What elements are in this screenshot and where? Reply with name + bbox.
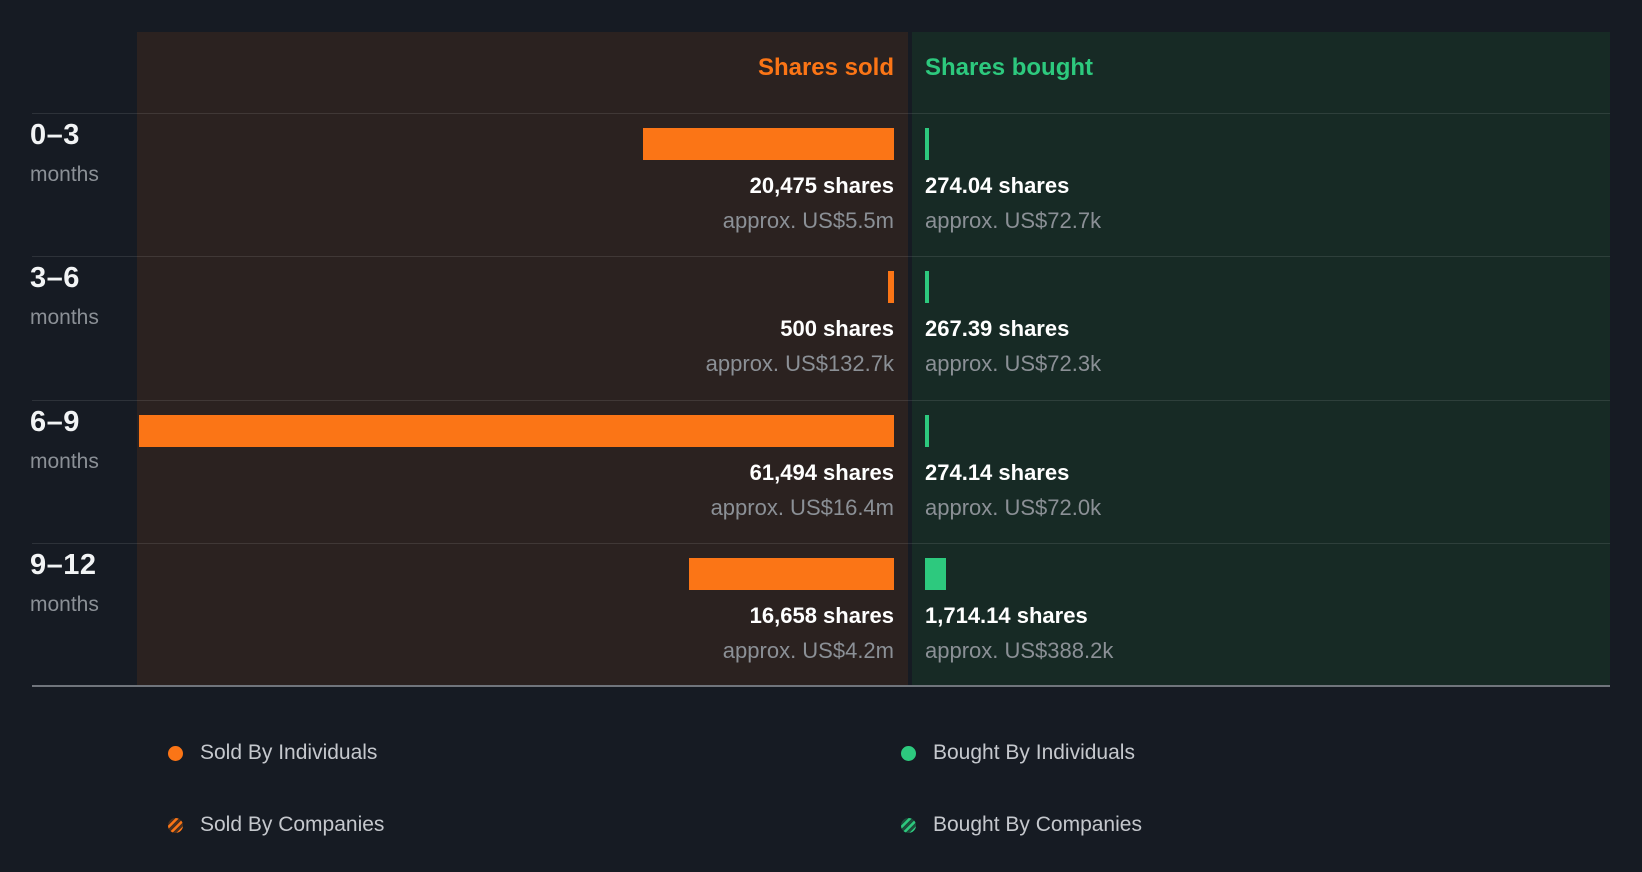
- sold-approx-value: approx. US$5.5m: [722, 208, 894, 233]
- period-row-0-3-months: 0–3 months 20,475 shares approx. US$5.5m…: [0, 113, 1642, 256]
- sold-approx-value: approx. US$4.2m: [722, 638, 894, 663]
- bought-companies-swatch-icon: [901, 817, 916, 833]
- period-label: 6–9 months: [30, 400, 135, 474]
- bought-cell: 274.14 shares approx. US$72.0k: [925, 400, 1585, 543]
- bought-shares-value: 1,714.14 shares: [925, 603, 1088, 628]
- shares-sold-header: Shares sold: [757, 54, 894, 81]
- sold-bar[interactable]: [888, 271, 894, 303]
- bought-cell: 267.39 shares approx. US$72.3k: [925, 256, 1585, 399]
- period-row-6-9-months: 6–9 months 61,494 shares approx. US$16.4…: [0, 400, 1642, 543]
- bought-approx-value: approx. US$72.3k: [925, 351, 1102, 376]
- period-unit: months: [30, 450, 99, 473]
- sold-approx-value: approx. US$132.7k: [705, 351, 894, 376]
- period-label: 9–12 months: [30, 543, 135, 617]
- period-unit: months: [30, 163, 99, 186]
- period-row-9-12-months: 9–12 months 16,658 shares approx. US$4.2…: [0, 543, 1642, 686]
- period-range: 9–12: [30, 549, 97, 581]
- shares-bought-header: Shares bought: [925, 54, 1094, 81]
- sold-shares-value: 16,658 shares: [749, 603, 894, 628]
- legend-label: Bought By Individuals: [933, 741, 1135, 764]
- legend-item-bought-by-individuals[interactable]: Bought By Individuals: [901, 740, 1135, 766]
- sold-shares-value: 20,475 shares: [749, 173, 894, 198]
- bought-approx-value: approx. US$388.2k: [925, 638, 1114, 663]
- sold-cell: 61,494 shares approx. US$16.4m: [137, 400, 894, 543]
- bought-cell: 274.04 shares approx. US$72.7k: [925, 113, 1585, 256]
- bought-approx-value: approx. US$72.7k: [925, 208, 1102, 233]
- bought-bar[interactable]: [925, 415, 929, 447]
- period-unit: months: [30, 306, 99, 329]
- sold-approx-value: approx. US$16.4m: [710, 495, 894, 520]
- bought-bar[interactable]: [925, 271, 929, 303]
- bought-shares-value: 274.14 shares: [925, 460, 1070, 485]
- sold-bar[interactable]: [139, 415, 894, 447]
- sold-bar[interactable]: [643, 128, 894, 160]
- legend-item-sold-by-individuals[interactable]: Sold By Individuals: [168, 740, 377, 766]
- sold-companies-swatch-icon: [168, 817, 183, 833]
- period-range: 6–9: [30, 406, 80, 438]
- period-row-3-6-months: 3–6 months 500 shares approx. US$132.7k …: [0, 256, 1642, 399]
- sold-shares-value: 500 shares: [780, 316, 894, 341]
- period-range: 0–3: [30, 119, 80, 151]
- bought-individuals-swatch-icon: [901, 745, 916, 761]
- sold-individuals-swatch-icon: [168, 745, 183, 761]
- bought-shares-value: 274.04 shares: [925, 173, 1070, 198]
- sold-cell: 20,475 shares approx. US$5.5m: [137, 113, 894, 256]
- legend-item-bought-by-companies[interactable]: Bought By Companies: [901, 812, 1142, 838]
- period-unit: months: [30, 593, 99, 616]
- bought-bar[interactable]: [925, 558, 946, 590]
- period-label: 0–3 months: [30, 113, 135, 187]
- sold-bar[interactable]: [689, 558, 894, 590]
- legend-label: Bought By Companies: [933, 813, 1142, 836]
- bought-approx-value: approx. US$72.0k: [925, 495, 1102, 520]
- insider-trading-volume-chart: Shares sold Shares bought 0–3 months 20,…: [0, 0, 1642, 872]
- legend-label: Sold By Companies: [200, 813, 385, 836]
- legend-item-sold-by-companies[interactable]: Sold By Companies: [168, 812, 384, 838]
- period-range: 3–6: [30, 262, 80, 294]
- bought-cell: 1,714.14 shares approx. US$388.2k: [925, 543, 1585, 686]
- sold-cell: 500 shares approx. US$132.7k: [137, 256, 894, 399]
- bought-shares-value: 267.39 shares: [925, 316, 1070, 341]
- legend-label: Sold By Individuals: [200, 741, 378, 764]
- period-label: 3–6 months: [30, 256, 135, 330]
- bought-bar[interactable]: [925, 128, 929, 160]
- sold-cell: 16,658 shares approx. US$4.2m: [137, 543, 894, 686]
- sold-shares-value: 61,494 shares: [749, 460, 894, 485]
